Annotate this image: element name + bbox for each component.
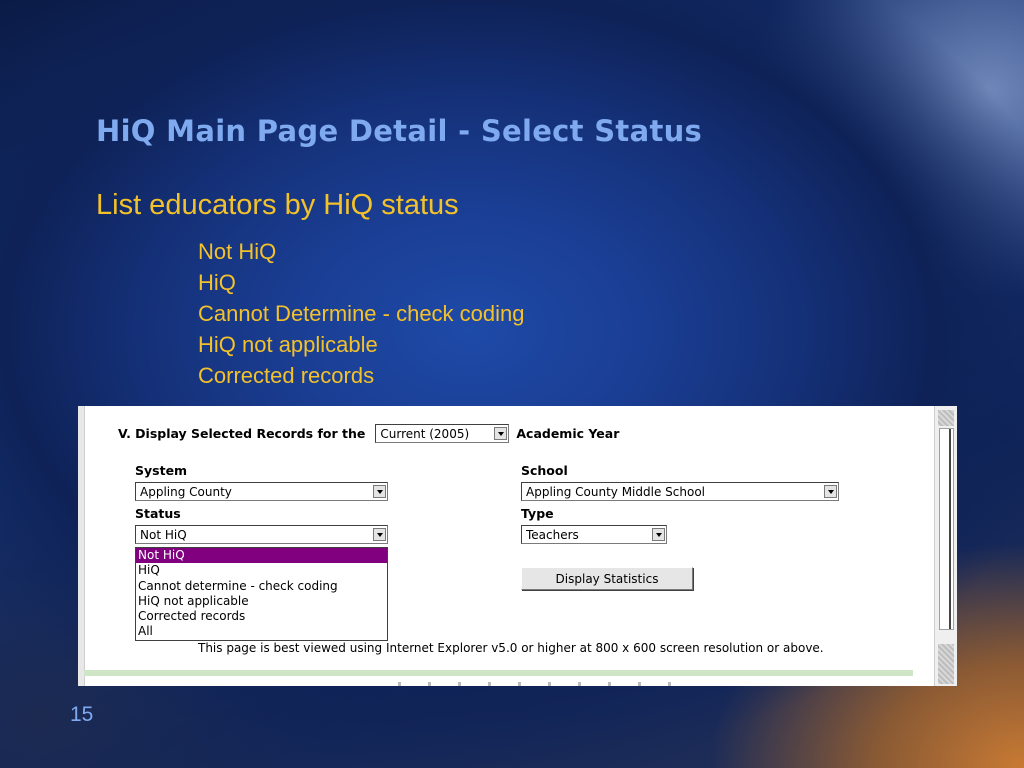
status-item-hiq-not-applicable: HiQ not applicable: [198, 332, 378, 357]
chevron-down-icon[interactable]: [373, 485, 386, 498]
status-option-hiq[interactable]: HiQ: [136, 563, 387, 578]
school-label: School: [521, 463, 568, 478]
status-item-hiq: HiQ: [198, 270, 236, 295]
slide-title: HiQ Main Page Detail - Select Status: [96, 114, 703, 148]
status-item-corrected-records: Corrected records: [198, 363, 375, 388]
status-option-cannot-determine[interactable]: Cannot determine - check coding: [136, 579, 387, 594]
status-list: Not HiQ HiQ Cannot Determine - check cod…: [198, 236, 525, 391]
chevron-down-icon[interactable]: [373, 528, 386, 541]
form-heading-label: V. Display Selected Records for the: [118, 426, 366, 441]
scrollbar-bottom-cap: [938, 644, 954, 684]
school-select[interactable]: Appling County Middle School: [521, 482, 839, 501]
form-heading-suffix: Academic Year: [516, 426, 620, 441]
scrollbar-top-cap: [938, 410, 954, 426]
school-value: Appling County Middle School: [526, 484, 705, 499]
type-value: Teachers: [526, 527, 579, 542]
cutoff-footer-text: [398, 682, 698, 686]
status-label: Status: [135, 506, 181, 521]
chevron-down-icon[interactable]: [824, 485, 837, 498]
status-item-cannot-determine: Cannot Determine - check coding: [198, 301, 525, 326]
embedded-screenshot: V. Display Selected Records for the Curr…: [78, 406, 957, 686]
academic-year-value: Current (2005): [380, 426, 470, 441]
academic-year-select[interactable]: Current (2005): [375, 424, 510, 443]
status-dropdown-list: Not HiQ HiQ Cannot determine - check cod…: [135, 547, 388, 641]
system-select[interactable]: Appling County: [135, 482, 388, 501]
status-item-not-hiq: Not HiQ: [198, 239, 277, 264]
browser-note: This page is best viewed using Internet …: [198, 641, 824, 655]
status-option-hiq-not-applicable[interactable]: HiQ not applicable: [136, 594, 387, 609]
footer-divider: [84, 670, 913, 676]
scrollbar-track[interactable]: [939, 428, 954, 630]
chevron-down-icon[interactable]: [652, 528, 665, 541]
system-value: Appling County: [140, 484, 232, 499]
status-option-all[interactable]: All: [136, 624, 387, 639]
slide-number: 15: [70, 703, 94, 726]
display-statistics-button[interactable]: Display Statistics: [521, 567, 693, 590]
chevron-down-icon[interactable]: [494, 427, 508, 440]
status-value: Not HiQ: [140, 527, 187, 542]
vertical-scrollbar[interactable]: [934, 406, 957, 686]
type-select[interactable]: Teachers: [521, 525, 667, 544]
status-option-corrected-records[interactable]: Corrected records: [136, 609, 387, 624]
slide-subtitle: List educators by HiQ status: [96, 189, 459, 221]
form-heading: V. Display Selected Records for the Curr…: [118, 424, 619, 443]
window-left-edge: [78, 406, 85, 686]
status-select[interactable]: Not HiQ: [135, 525, 388, 544]
type-label: Type: [521, 506, 554, 521]
system-label: System: [135, 463, 188, 478]
status-option-not-hiq[interactable]: Not HiQ: [136, 548, 387, 564]
